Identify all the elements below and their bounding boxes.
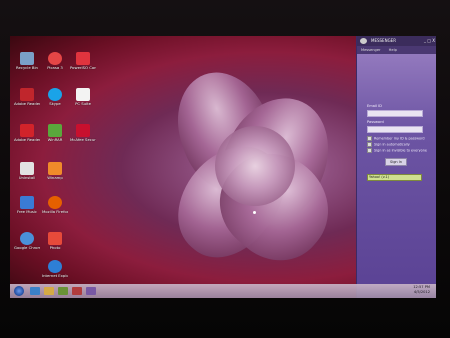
photo-icon[interactable]: Photo xyxy=(42,232,68,250)
auto-signin-checkbox[interactable]: Sign in automatically xyxy=(367,142,410,147)
poweriso-icon[interactable]: PowerISO Connect xyxy=(70,52,96,70)
winrar-icon[interactable]: WinRAR xyxy=(42,124,68,142)
taskbar: 12:57 PM 4/5/2012 xyxy=(10,284,436,298)
taskbar-explorer-icon[interactable] xyxy=(44,287,54,295)
internet-explorer-icon[interactable]: Internet Explorer xyxy=(42,260,68,278)
checkbox-icon xyxy=(367,148,372,153)
password-label: Password xyxy=(367,120,384,124)
system-tray-clock[interactable]: 12:57 PM 4/5/2012 xyxy=(413,285,430,295)
free-music-icon[interactable]: Free Music xyxy=(14,196,40,214)
uninstall-icon[interactable]: Uninstall xyxy=(14,162,40,180)
checkbox-icon xyxy=(367,142,372,147)
menu-messenger[interactable]: Messenger xyxy=(361,48,381,52)
email-label: Email ID xyxy=(367,104,382,108)
messenger-title: MESSENGER xyxy=(371,38,396,43)
messenger-menubar: Messenger Help xyxy=(357,46,436,54)
wallpaper-flower-center xyxy=(215,126,295,206)
menu-help[interactable]: Help xyxy=(389,48,397,52)
adobe-reader-x-icon[interactable]: Adobe Reader X xyxy=(14,124,40,142)
start-button[interactable] xyxy=(14,286,24,296)
invisible-checkbox[interactable]: Sign in as invisible to everyone xyxy=(367,148,427,153)
taskbar-ie-icon[interactable] xyxy=(30,287,40,295)
email-field[interactable] xyxy=(367,110,423,117)
messenger-window[interactable]: MESSENGER _ □ X Messenger Help Email ID … xyxy=(356,36,436,298)
taskbar-media-icon[interactable] xyxy=(58,287,68,295)
recycle-bin-icon[interactable]: Recycle Bin xyxy=(14,52,40,70)
adobe-reader-icon[interactable]: Adobe Reader xyxy=(14,88,40,106)
skype-icon[interactable]: Skype xyxy=(42,88,68,106)
picasa-icon[interactable]: Picasa 3 xyxy=(42,52,68,70)
mouse-cursor xyxy=(253,211,256,214)
winamp-icon[interactable]: Winamp xyxy=(42,162,68,180)
pc-suite-icon[interactable]: PC Suite xyxy=(70,88,96,106)
messenger-logo-icon xyxy=(360,38,367,44)
password-field[interactable] xyxy=(367,126,423,133)
chrome-icon[interactable]: Google Chrome xyxy=(14,232,40,250)
sign-in-button[interactable]: Sign In xyxy=(385,158,407,166)
remember-checkbox[interactable]: Remember my ID & password xyxy=(367,136,425,141)
taskbar-app-icon[interactable] xyxy=(72,287,82,295)
checkbox-icon xyxy=(367,136,372,141)
desktop-screen: Recycle Bin Picasa 3 PowerISO Connect Ad… xyxy=(10,36,436,298)
network-select[interactable]: Yahoo! (v.1) xyxy=(367,174,422,181)
messenger-titlebar[interactable]: MESSENGER _ □ X xyxy=(357,36,436,46)
window-controls[interactable]: _ □ X xyxy=(424,38,435,44)
clock-date: 4/5/2012 xyxy=(413,290,430,294)
taskbar-messenger-icon[interactable] xyxy=(86,287,96,295)
mcafee-icon[interactable]: McAfee Security xyxy=(70,124,96,142)
firefox-icon[interactable]: Mozilla Firefox xyxy=(42,196,68,214)
